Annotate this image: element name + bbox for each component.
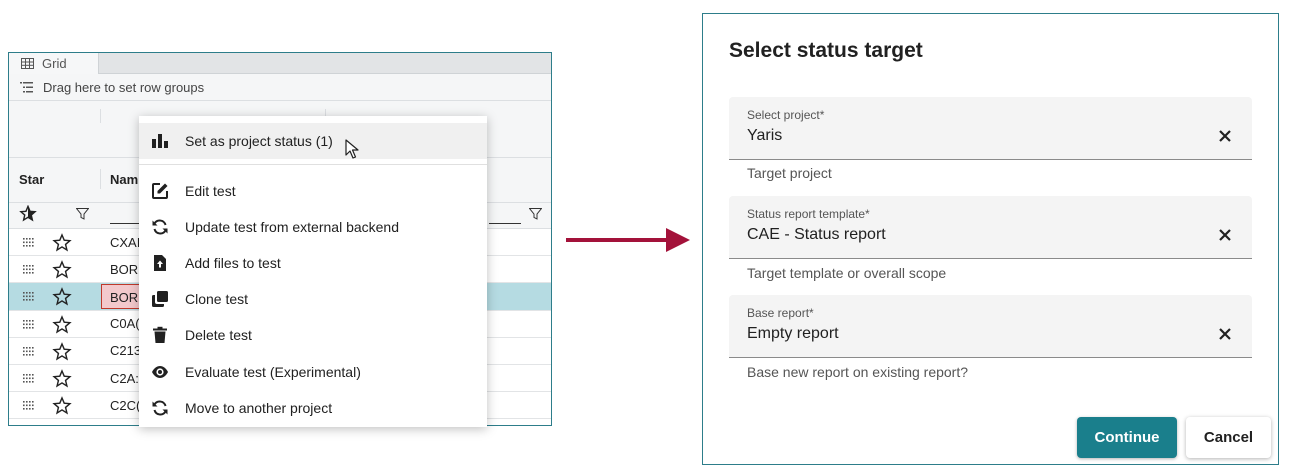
star-icon[interactable]	[52, 287, 72, 306]
header-separator	[100, 169, 101, 189]
star-icon[interactable]	[52, 396, 72, 415]
menu-item-move-project[interactable]: Move to another project	[139, 390, 487, 426]
menu-item-update-test[interactable]: Update test from external backend	[139, 209, 487, 245]
menu-item-set-project-status[interactable]: Set as project status (1)	[139, 123, 487, 159]
field-value: Yaris	[747, 127, 783, 144]
grid-tab[interactable]: Grid	[9, 53, 99, 74]
name-cell: CXAI	[110, 234, 141, 250]
column-header-star[interactable]: Star	[19, 172, 44, 187]
edit-icon	[152, 183, 168, 199]
select-status-dialog: Select status target Select project* Yar…	[702, 13, 1279, 465]
name-cell: BORI	[110, 261, 142, 277]
context-menu: Set as project status (1) Edit test Upda…	[139, 116, 487, 427]
bar-chart-icon	[152, 134, 168, 148]
header-separator	[100, 109, 101, 123]
menu-item-label: Clone test	[185, 291, 249, 307]
grid-tab-label: Grid	[42, 56, 67, 71]
menu-item-label: Move to another project	[185, 400, 333, 416]
field-value: CAE - Status report	[747, 226, 886, 243]
drag-handle-icon[interactable]	[23, 319, 35, 329]
screenshot-stage: Grid Drag here to set row groups Star Na…	[0, 0, 1289, 475]
name-cell: C0A(	[110, 316, 140, 332]
cancel-button[interactable]: Cancel	[1186, 417, 1271, 458]
filter-icon[interactable]	[76, 208, 89, 220]
drag-handle-icon[interactable]	[23, 238, 35, 247]
mouse-cursor-icon	[345, 139, 359, 159]
close-icon[interactable]	[1218, 129, 1232, 143]
status-report-template-field[interactable]: Status report template* CAE - Status rep…	[729, 196, 1252, 259]
filter-underline	[489, 223, 521, 224]
star-icon[interactable]	[52, 314, 72, 334]
name-cell: C2A:	[110, 370, 139, 386]
menu-item-edit-test[interactable]: Edit test	[139, 173, 487, 209]
base-report-field[interactable]: Base report* Empty report	[729, 295, 1252, 358]
menu-divider	[139, 164, 487, 165]
group-bar-text: Drag here to set row groups	[43, 79, 205, 95]
continue-button[interactable]: Continue	[1077, 417, 1177, 458]
arrow-right-icon	[566, 228, 690, 252]
tab-strip: Grid	[9, 53, 551, 74]
file-upload-icon	[154, 255, 166, 271]
menu-item-label: Add files to test	[185, 255, 281, 271]
menu-item-delete-test[interactable]: Delete test	[139, 317, 487, 353]
menu-item-label: Set as project status (1)	[185, 133, 333, 149]
field-helper-text: Target project	[747, 165, 832, 181]
field-label: Status report template*	[747, 207, 870, 221]
menu-item-label: Edit test	[185, 183, 236, 199]
menu-item-label: Delete test	[185, 327, 252, 343]
drag-handle-icon[interactable]	[23, 401, 35, 410]
star-icon[interactable]	[52, 341, 72, 361]
dialog-title: Select status target	[729, 39, 923, 62]
drag-handle-icon[interactable]	[23, 373, 35, 383]
star-icon[interactable]	[52, 260, 72, 279]
star-icon[interactable]	[52, 233, 72, 252]
menu-item-add-files[interactable]: Add files to test	[139, 245, 487, 281]
drag-handle-icon[interactable]	[23, 265, 35, 274]
refresh-icon	[152, 400, 168, 416]
name-cell: C213	[110, 343, 142, 359]
menu-item-label: Evaluate test (Experimental)	[185, 364, 361, 380]
field-label: Base report*	[747, 306, 814, 320]
trash-icon	[153, 326, 167, 343]
clone-icon	[152, 291, 168, 307]
drag-handle-icon[interactable]	[23, 346, 35, 356]
refresh-icon	[152, 219, 168, 235]
field-helper-text: Target template or overall scope	[747, 265, 947, 281]
menu-item-clone-test[interactable]: Clone test	[139, 281, 487, 317]
menu-item-evaluate-test[interactable]: Evaluate test (Experimental)	[139, 354, 487, 390]
column-header-name[interactable]: Nam	[110, 172, 138, 187]
drag-handle-icon[interactable]	[23, 292, 35, 301]
row-groups-icon	[20, 81, 33, 92]
star-icon[interactable]	[52, 369, 72, 388]
close-icon[interactable]	[1218, 228, 1232, 242]
field-label: Select project*	[747, 108, 825, 122]
name-cell: C2C(	[110, 397, 141, 413]
star-filter-icon[interactable]	[19, 205, 37, 222]
field-value: Empty report	[747, 325, 839, 342]
close-icon[interactable]	[1218, 327, 1232, 341]
row-group-drop-zone[interactable]: Drag here to set row groups	[9, 74, 551, 101]
name-cell-focused[interactable]: BOR	[101, 284, 141, 310]
grid-icon	[21, 58, 34, 69]
field-helper-text: Base new report on existing report?	[747, 364, 969, 380]
name-filter-underline	[110, 223, 142, 224]
menu-item-label: Update test from external backend	[185, 219, 400, 235]
select-project-field[interactable]: Select project* Yaris	[729, 97, 1252, 160]
filter-icon[interactable]	[529, 208, 542, 220]
eye-icon	[152, 366, 168, 378]
